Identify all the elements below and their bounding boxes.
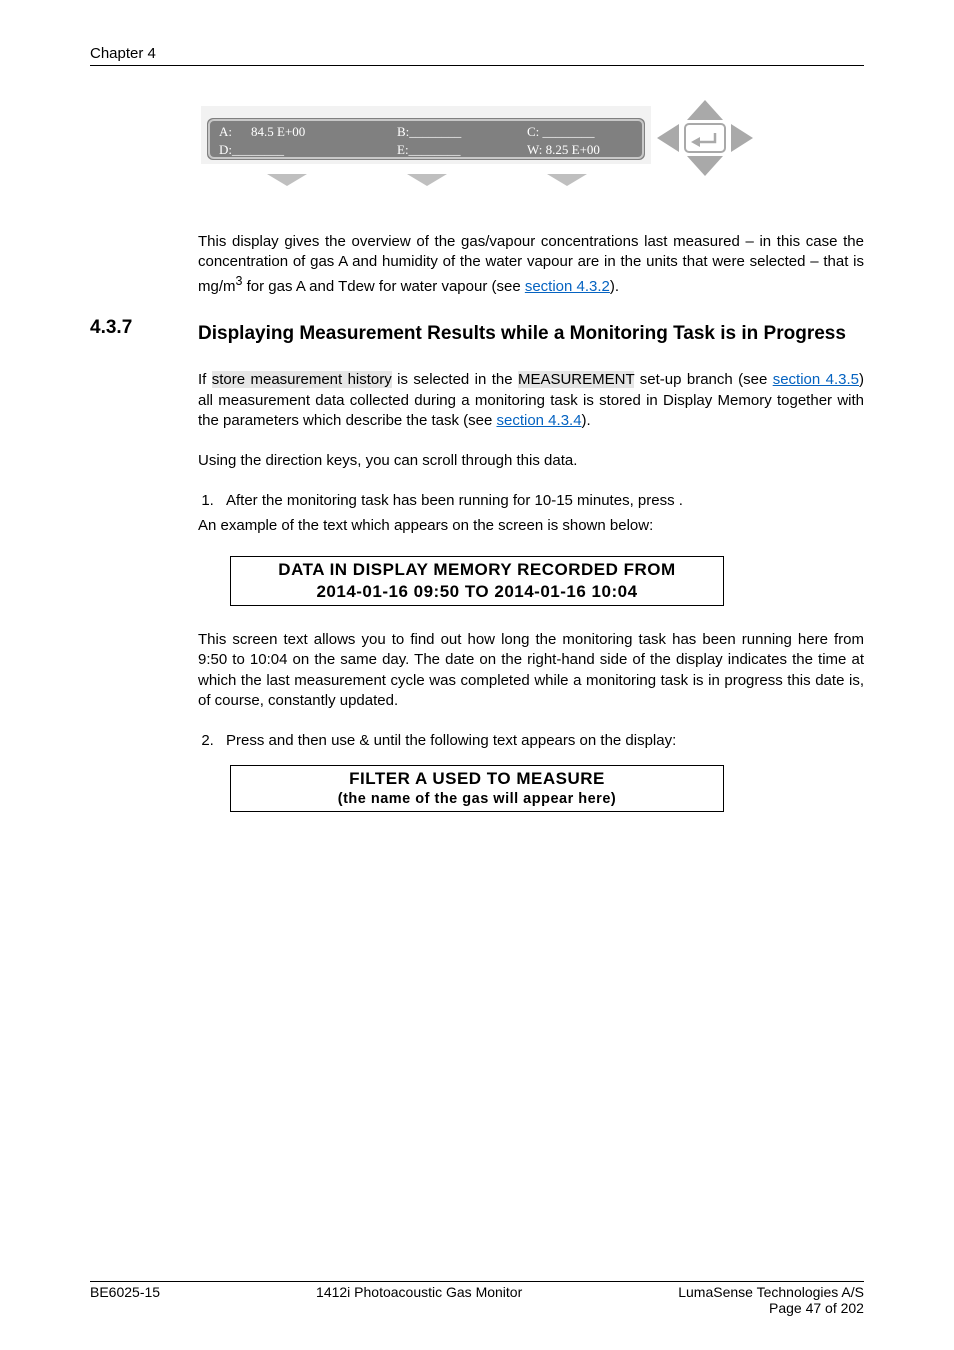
paragraph-overview: This display gives the overview of the g…	[198, 232, 864, 297]
display-box-data-recorded: DATA IN DISPLAY MEMORY RECORDED FROM 201…	[230, 556, 724, 606]
lcd-svg: A: 84.5 E+00 B:________ C: ________ D:__…	[197, 96, 757, 206]
list-item-1: After the monitoring task has been runni…	[218, 491, 864, 511]
lcd-a-value: 84.5 E+00	[251, 124, 305, 139]
lcd-readout-figure: A: 84.5 E+00 B:________ C: ________ D:__…	[197, 96, 757, 206]
link-section-4-3-4[interactable]: section 4.3.4	[496, 412, 581, 429]
lcd-w-label: W: 8.25 E+00	[527, 142, 600, 157]
highlight-store-measurement: store measurement history	[212, 371, 392, 388]
section-heading: Displaying Measurement Results while a M…	[198, 321, 864, 347]
lcd-c-label: C: ________	[527, 124, 595, 139]
section-number: 4.3.7	[90, 317, 132, 339]
lcd-a-label: A:	[219, 124, 232, 139]
footer-page-number: Page 47 of 202	[769, 1300, 864, 1316]
link-section-4-3-2[interactable]: section 4.3.2	[525, 278, 610, 295]
display-box-filter-a: FILTER A USED TO MEASURE (the name of th…	[230, 765, 724, 812]
lcd-d-label: D:________	[219, 142, 285, 157]
paragraph-screen-text: This screen text allows you to find out …	[198, 630, 864, 711]
lcd-b-label: B:________	[397, 124, 462, 139]
highlight-measurement: MEASUREMENT	[518, 371, 634, 388]
lcd-e-label: E:________	[397, 142, 461, 157]
paragraph-example-text: An example of the text which appears on …	[198, 516, 864, 536]
page-footer: BE6025-15 1412i Photoacoustic Gas Monito…	[90, 1281, 864, 1316]
footer-right-1: LumaSense Technologies A/S	[678, 1284, 864, 1300]
paragraph-direction-keys: Using the direction keys, you can scroll…	[198, 451, 864, 471]
footer-center: 1412i Photoacoustic Gas Monitor	[316, 1284, 522, 1300]
chapter-header: Chapter 4	[90, 45, 864, 65]
paragraph-store-history: If store measurement history is selected…	[198, 370, 864, 431]
list-item-2: Press and then use & until the following…	[218, 731, 864, 751]
header-rule	[90, 65, 864, 66]
link-section-4-3-5[interactable]: section 4.3.5	[773, 371, 859, 388]
footer-left: BE6025-15	[90, 1284, 160, 1300]
